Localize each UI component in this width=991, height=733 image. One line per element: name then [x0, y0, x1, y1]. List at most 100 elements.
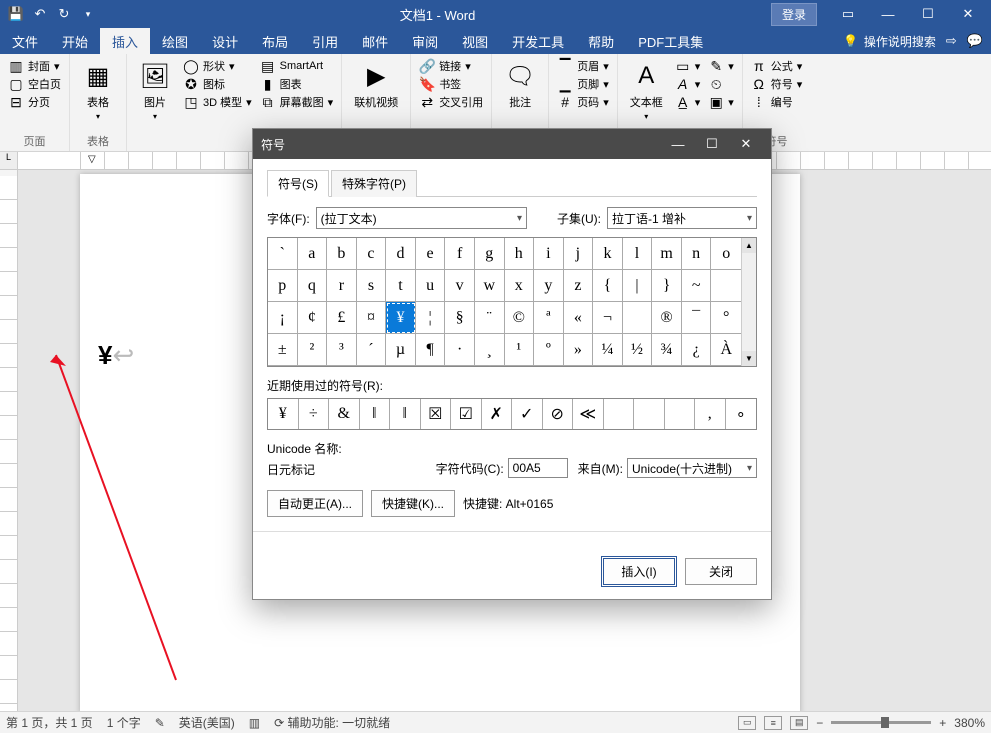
menu-draw[interactable]: 绘图	[150, 28, 200, 54]
dialog-maximize-icon[interactable]: ☐	[695, 132, 729, 156]
symbol-cell[interactable]: w	[475, 270, 505, 302]
grid-scrollbar[interactable]: ▲ ▼	[741, 238, 756, 366]
zoom-in-icon[interactable]: +	[939, 716, 946, 730]
symbol-cell[interactable]: a	[298, 238, 328, 270]
recent-symbol-cell[interactable]	[634, 399, 665, 429]
symbol-cell[interactable]: º	[534, 334, 564, 366]
view-print-icon[interactable]: ≡	[764, 716, 782, 730]
dialog-minimize-icon[interactable]: —	[661, 132, 695, 156]
symbol-cell[interactable]: {	[593, 270, 623, 302]
menu-insert[interactable]: 插入	[100, 28, 150, 54]
qat-dropdown-icon[interactable]: ▾	[78, 4, 98, 24]
symbol-cell[interactable]: p	[268, 270, 298, 302]
symbol-cell[interactable]: q	[298, 270, 328, 302]
recent-symbol-cell[interactable]: ⊘	[543, 399, 574, 429]
symbol-cell[interactable]: }	[652, 270, 682, 302]
symbol-cell[interactable]: ³	[327, 334, 357, 366]
symbol-cell[interactable]: c	[357, 238, 387, 270]
recent-symbol-cell[interactable]: ‖	[360, 399, 391, 429]
autocorrect-button[interactable]: 自动更正(A)...	[267, 490, 363, 517]
redo-icon[interactable]: ↻	[54, 4, 74, 24]
symbol-cell[interactable]: «	[564, 302, 594, 334]
symbol-cell[interactable]: j	[564, 238, 594, 270]
symbol-cell[interactable]: ¶	[416, 334, 446, 366]
charcode-input[interactable]: 00A5	[508, 458, 568, 478]
comments-icon[interactable]: 💬	[967, 33, 983, 49]
pictures-button[interactable]: 🖼 图片 ▾	[135, 58, 175, 123]
symbol-cell[interactable]: n	[682, 238, 712, 270]
symbol-cell[interactable]: ´	[357, 334, 387, 366]
insert-button[interactable]: 插入(I)	[603, 558, 675, 585]
dialog-close-icon[interactable]: ✕	[729, 132, 763, 156]
macro-icon[interactable]: ▥	[249, 716, 260, 730]
symbol-cell[interactable]: ¤	[357, 302, 387, 334]
menu-pdf[interactable]: PDF工具集	[626, 28, 715, 54]
ribbon-display-icon[interactable]: ▭	[829, 1, 867, 27]
symbol-cell[interactable]: »	[564, 334, 594, 366]
recent-symbol-cell[interactable]: ‖	[390, 399, 421, 429]
menu-mailings[interactable]: 邮件	[350, 28, 400, 54]
link-button[interactable]: 🔗链接 ▾	[419, 58, 483, 74]
save-icon[interactable]: 💾	[6, 4, 26, 24]
dialog-titlebar[interactable]: 符号 — ☐ ✕	[253, 129, 771, 159]
maximize-icon[interactable]: ☐	[909, 1, 947, 27]
symbol-cell[interactable]: e	[416, 238, 446, 270]
symbol-cell[interactable]: ¨	[475, 302, 505, 334]
shortcut-key-button[interactable]: 快捷键(K)...	[371, 490, 455, 517]
menu-layout[interactable]: 布局	[250, 28, 300, 54]
menu-view[interactable]: 视图	[450, 28, 500, 54]
menu-home[interactable]: 开始	[50, 28, 100, 54]
symbol-cell[interactable]: ¾	[652, 334, 682, 366]
recent-symbol-cell[interactable]	[665, 399, 696, 429]
from-combo[interactable]: Unicode(十六进制)	[627, 458, 757, 478]
symbol-cell[interactable]: ¯	[682, 302, 712, 334]
view-read-icon[interactable]: ▭	[738, 716, 756, 730]
symbol-cell[interactable]: i	[534, 238, 564, 270]
close-icon[interactable]: ✕	[949, 1, 987, 27]
proofing-icon[interactable]: ✎	[155, 716, 165, 730]
symbol-cell[interactable]: u	[416, 270, 446, 302]
recent-symbol-cell[interactable]: ✗	[482, 399, 513, 429]
symbol-cell[interactable]: |	[623, 270, 653, 302]
symbol-cell[interactable]: ¦	[416, 302, 446, 334]
zoom-level[interactable]: 380%	[954, 716, 985, 730]
symbol-cell[interactable]: s	[357, 270, 387, 302]
recent-symbol-cell[interactable]: ☑	[451, 399, 482, 429]
online-video-button[interactable]: ▶ 联机视频	[350, 58, 402, 112]
symbol-cell[interactable]: f	[445, 238, 475, 270]
recent-symbol-cell[interactable]: ☒	[421, 399, 452, 429]
chart-button[interactable]: ▮图表	[260, 76, 334, 92]
symbol-cell[interactable]: ~	[682, 270, 712, 302]
footer-button[interactable]: ▁页脚 ▾	[557, 76, 609, 92]
document-text[interactable]: ¥↩	[98, 340, 134, 371]
menu-developer[interactable]: 开发工具	[500, 28, 576, 54]
symbol-cell[interactable]: ·	[445, 334, 475, 366]
indent-marker-icon[interactable]: ▽	[88, 154, 96, 165]
symbol-button[interactable]: Ω符号 ▾	[751, 76, 803, 92]
symbol-cell[interactable]: À	[711, 334, 741, 366]
symbol-cell[interactable]	[711, 270, 741, 302]
scroll-down-icon[interactable]: ▼	[742, 351, 756, 366]
status-words[interactable]: 1 个字	[107, 714, 141, 731]
symbol-cell[interactable]: `	[268, 238, 298, 270]
recent-symbol-cell[interactable]: ,	[695, 399, 726, 429]
symbol-cell[interactable]: r	[327, 270, 357, 302]
subset-combo[interactable]: 拉丁语-1 增补	[607, 207, 757, 229]
cover-page-button[interactable]: ▥封面 ▾	[8, 58, 61, 74]
menu-references[interactable]: 引用	[300, 28, 350, 54]
screenshot-button[interactable]: ⧉屏幕截图 ▾	[260, 94, 334, 110]
bookmark-button[interactable]: 🔖书签	[419, 76, 483, 92]
recent-symbol-cell[interactable]: ∘	[726, 399, 757, 429]
tell-me[interactable]: 💡 操作说明搜索	[843, 33, 936, 50]
symbol-cell[interactable]: m	[652, 238, 682, 270]
symbol-cell[interactable]: l	[623, 238, 653, 270]
symbol-cell[interactable]: d	[386, 238, 416, 270]
symbol-cell[interactable]: ª	[534, 302, 564, 334]
symbol-cell[interactable]: ¢	[298, 302, 328, 334]
status-accessibility[interactable]: ⟳ 辅助功能: 一切就绪	[274, 714, 390, 731]
symbol-cell[interactable]: z	[564, 270, 594, 302]
symbol-cell[interactable]: ­	[623, 302, 653, 334]
symbol-cell[interactable]: v	[445, 270, 475, 302]
symbol-cell[interactable]: t	[386, 270, 416, 302]
symbol-cell[interactable]: µ	[386, 334, 416, 366]
